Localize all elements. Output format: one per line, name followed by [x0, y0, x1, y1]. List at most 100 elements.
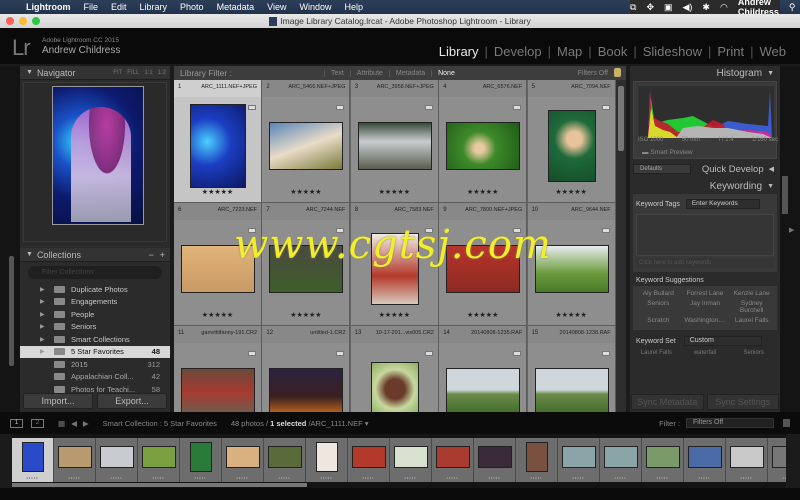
quick-collection-icon[interactable] — [248, 105, 256, 110]
photo-thumbnail[interactable] — [190, 104, 246, 188]
filter-lock-icon[interactable] — [783, 419, 790, 427]
collection-item[interactable]: Appalachian Coll... 42 — [20, 371, 170, 384]
filmstrip-thumb[interactable]: ••••• — [642, 438, 684, 482]
filmstrip-thumb[interactable]: ••••• — [558, 438, 600, 482]
filter-metadata[interactable]: Metadata — [388, 69, 431, 77]
quick-collection-icon[interactable] — [424, 228, 433, 233]
wifi-icon[interactable]: ◠ — [720, 2, 728, 13]
quick-collection-icon[interactable] — [248, 228, 256, 233]
star-rating[interactable]: ★★★★★ — [262, 188, 349, 196]
collection-item[interactable]: 2015 312 — [20, 358, 170, 371]
filmstrip-thumb[interactable]: ••••• — [180, 438, 222, 482]
grid-cell[interactable]: 12 untitled-1.CR2 — [262, 326, 351, 412]
quick-collection-icon[interactable] — [336, 228, 345, 233]
grid-view-icon[interactable]: ▦ — [58, 419, 65, 428]
import-button[interactable]: Import... — [23, 393, 93, 409]
grid-cell[interactable]: 7 ARC_7244.NEF ★★★★★ — [262, 203, 351, 326]
collection-item[interactable]: ▶ Engagements — [20, 296, 170, 309]
quick-develop-header[interactable]: Defaults Quick Develop ◀ — [630, 162, 780, 176]
collection-item[interactable]: ▶ Duplicate Photos — [20, 283, 170, 296]
grid-cell[interactable]: 4 ARC_6576.NEF ★★★★★ — [439, 80, 528, 203]
disclosure-triangle-icon[interactable]: ▶ — [40, 323, 50, 330]
grid-cell[interactable]: 2 ARC_5466.NEF+JPEG ★★★★★ — [262, 80, 351, 203]
right-panel-scrollbar[interactable] — [782, 176, 788, 214]
camera-icon[interactable]: ▣ — [664, 2, 673, 13]
spotlight-search-icon[interactable]: ⚲ — [789, 2, 796, 13]
keyword-suggestion[interactable]: Aly Bullard — [635, 290, 682, 297]
bluetooth-icon[interactable]: ✱ — [702, 2, 710, 13]
keyword-set-item[interactable]: Seniors — [729, 350, 778, 356]
module-map[interactable]: Map — [551, 44, 588, 59]
keyword-suggestion[interactable]: Forrest Lane — [682, 290, 729, 297]
add-collection-icon[interactable]: + — [160, 250, 165, 260]
photo-thumbnail[interactable] — [181, 368, 255, 412]
filmstrip-thumb[interactable]: ••••• — [222, 438, 264, 482]
module-book[interactable]: Book — [592, 44, 634, 59]
star-rating[interactable]: ★★★★★ — [439, 311, 526, 319]
navigator-header[interactable]: ▼ Navigator FIT FILL 1:1 1:2 — [20, 66, 170, 80]
photo-thumbnail[interactable] — [370, 233, 419, 305]
panel-expand-icon[interactable]: ▶ — [789, 226, 794, 234]
lock-icon[interactable] — [614, 68, 621, 77]
filmstrip-filter-dropdown[interactable]: Filters Off — [686, 418, 774, 428]
chevron-down-icon[interactable]: ▾ — [365, 419, 369, 428]
nav-fit[interactable]: FIT — [113, 70, 122, 76]
module-library[interactable]: Library — [433, 44, 485, 59]
keyword-suggestion[interactable]: Laurel Falls — [728, 317, 775, 324]
nav-1-1[interactable]: 1:1 — [144, 70, 152, 76]
filmstrip-thumb[interactable]: ••••• — [600, 438, 642, 482]
filmstrip-thumb[interactable]: ••••• — [432, 438, 474, 482]
keyword-suggestions-header[interactable]: Keyword Suggestions — [630, 272, 780, 286]
remove-collection-icon[interactable]: − — [148, 250, 153, 260]
menu-help[interactable]: Help — [344, 2, 363, 12]
keyword-suggestion[interactable]: Seniors — [635, 300, 682, 314]
add-keywords-input[interactable]: Click here to add keywords — [636, 258, 774, 268]
close-window-button[interactable] — [6, 17, 14, 25]
collections-header[interactable]: ▼ Collections − + — [20, 248, 170, 262]
grid-cell[interactable]: 8 ARC_7583.NEF ★★★★★ — [350, 203, 439, 326]
menu-app[interactable]: Lightroom — [26, 2, 71, 12]
filter-none[interactable]: None — [431, 69, 461, 77]
module-web[interactable]: Web — [754, 44, 793, 59]
minimize-window-button[interactable] — [19, 17, 27, 25]
module-print[interactable]: Print — [711, 44, 750, 59]
collapse-triangle-icon[interactable]: ▼ — [26, 251, 33, 258]
filmstrip-thumb[interactable]: ••••• — [306, 438, 348, 482]
grid-cell[interactable]: 9 ARC_7800.NEF+JPEG ★★★★★ — [439, 203, 528, 326]
filter-text[interactable]: Text — [324, 69, 350, 77]
grid-cell[interactable]: 1 ARC_1111.NEF+JPEG ★★★★★ — [174, 80, 262, 203]
menu-metadata[interactable]: Metadata — [217, 2, 255, 12]
nav-zoom-ratio[interactable]: 1:2 — [158, 70, 166, 76]
menu-file[interactable]: File — [84, 2, 99, 12]
filmstrip-thumb[interactable]: ••••• — [474, 438, 516, 482]
export-button[interactable]: Export... — [97, 393, 167, 409]
module-develop[interactable]: Develop — [488, 44, 548, 59]
star-rating[interactable]: ★★★★★ — [174, 188, 261, 196]
nav-fill[interactable]: FILL — [127, 70, 139, 76]
expand-triangle-icon[interactable]: ◀ — [769, 165, 774, 173]
filmstrip-thumb[interactable]: ••••• — [516, 438, 558, 482]
keyword-suggestion[interactable]: Kenzie Lane — [728, 290, 775, 297]
filmstrip-thumb[interactable]: ••••• — [390, 438, 432, 482]
quick-collection-icon[interactable] — [513, 351, 522, 356]
quick-collection-icon[interactable] — [424, 351, 433, 356]
sync-settings-button[interactable]: Sync Settings — [706, 394, 779, 410]
primary-display-button[interactable]: 1 — [10, 418, 23, 428]
disclosure-triangle-icon[interactable]: ▶ — [40, 298, 50, 305]
collection-item[interactable]: ▶ People — [20, 308, 170, 321]
disclosure-triangle-icon[interactable]: ▶ — [40, 286, 50, 293]
quick-collection-icon[interactable] — [248, 351, 256, 356]
module-slideshow[interactable]: Slideshow — [637, 44, 708, 59]
grid-cell[interactable]: 3 ARC_3958.NEF+JPEG ★★★★★ — [350, 80, 439, 203]
secondary-display-button[interactable]: 2 — [31, 418, 44, 428]
forward-arrow-icon[interactable]: ▶ — [83, 419, 89, 428]
filmstrip-source[interactable]: Smart Collection : 5 Star Favorites — [103, 419, 217, 428]
grid-cell[interactable]: 6 ARC_7223.NEF ★★★★★ — [174, 203, 262, 326]
collection-item[interactable]: ▶ 5 Star Favorites 48 — [20, 345, 170, 358]
filmstrip-thumb[interactable]: ••••• — [12, 438, 54, 482]
left-panel-scrollbar[interactable] — [9, 256, 14, 366]
photo-thumbnail[interactable] — [181, 245, 255, 293]
disclosure-triangle-icon[interactable]: ▶ — [40, 311, 50, 318]
filmstrip-thumb[interactable]: ••••• — [768, 438, 786, 482]
keyword-set-dropdown[interactable]: Custom — [683, 336, 762, 346]
